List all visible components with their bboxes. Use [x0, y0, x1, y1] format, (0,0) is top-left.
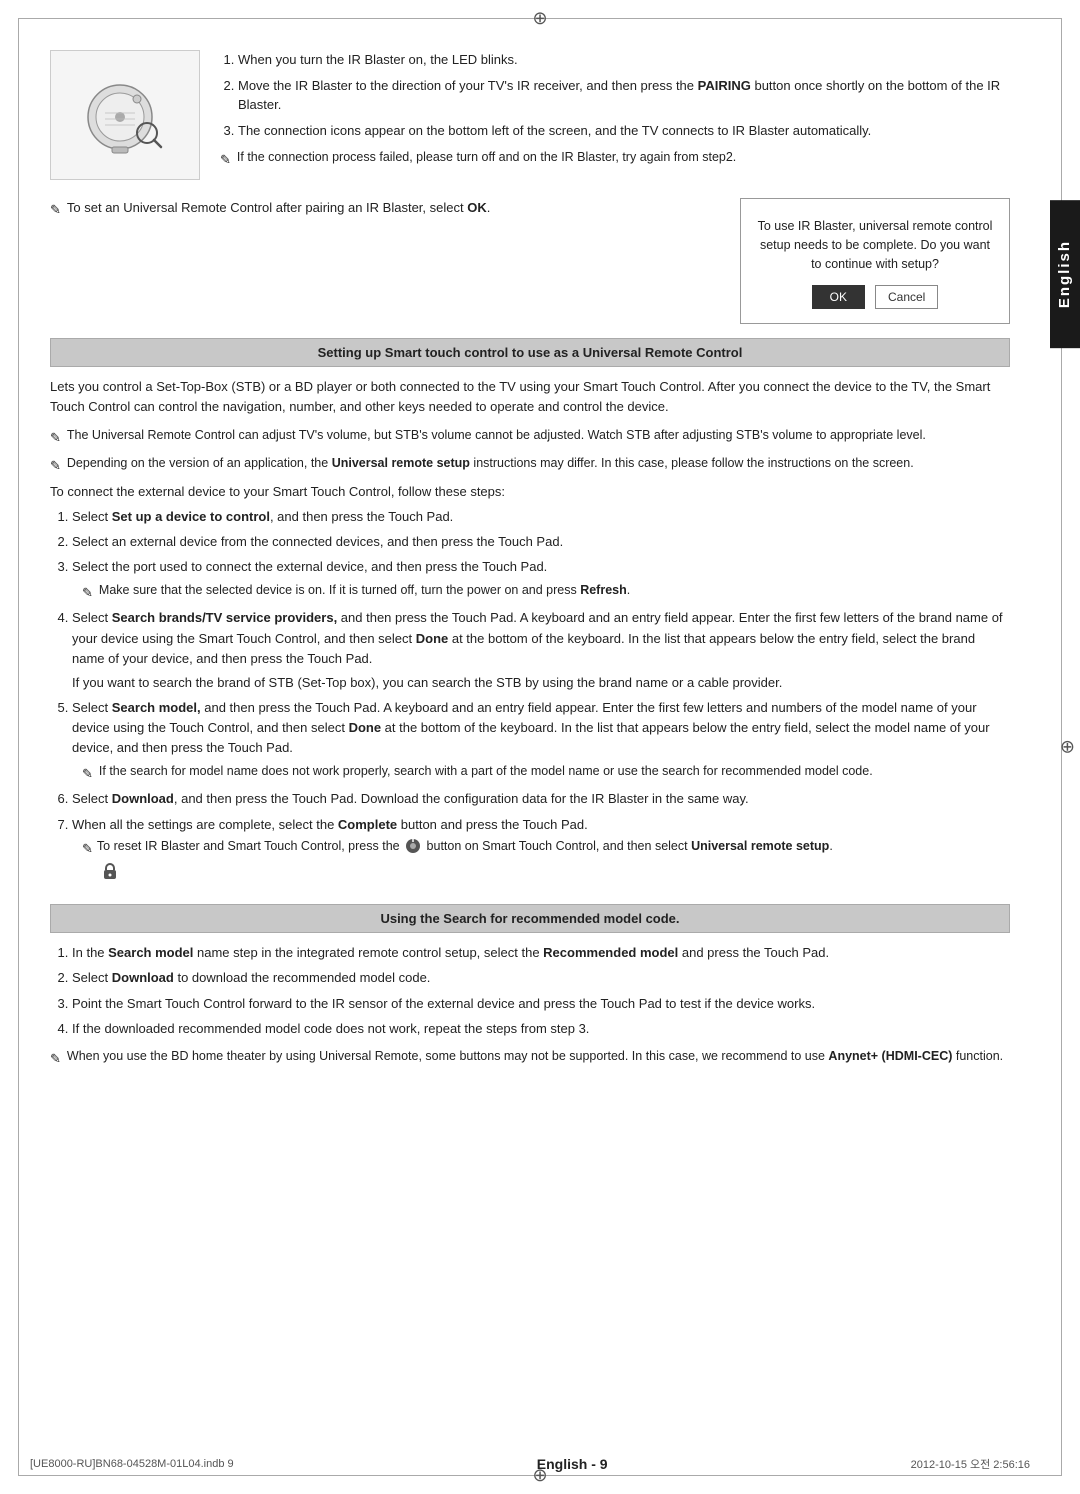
- lock-icon-row: [100, 861, 1010, 887]
- section1-note2: Depending on the version of an applicati…: [50, 454, 1010, 476]
- section1-step-2: Select an external device from the conne…: [72, 532, 1010, 552]
- section1-step-4: Select Search brands/TV service provider…: [72, 608, 1010, 693]
- dialog-cancel-button[interactable]: Cancel: [875, 285, 938, 309]
- anynet-bold: Anynet+ (HDMI-CEC): [828, 1049, 952, 1063]
- step4-extra: If you want to search the brand of STB (…: [72, 673, 1010, 693]
- top-note: To set an Universal Remote Control after…: [50, 198, 720, 220]
- pencil-icon: [220, 149, 231, 170]
- pencil-icon-6: [82, 763, 93, 784]
- dialog-text: To use IR Blaster, universal remote cont…: [757, 217, 993, 273]
- lock-icon: [100, 861, 120, 881]
- section1-connect-intro: To connect the external device to your S…: [50, 482, 1010, 502]
- main-content: When you turn the IR Blaster on, the LED…: [30, 30, 1030, 1444]
- section2-step-4: If the downloaded recommended model code…: [72, 1019, 1010, 1039]
- section2-step-3: Point the Smart Touch Control forward to…: [72, 994, 1010, 1014]
- ir-step-1: When you turn the IR Blaster on, the LED…: [238, 50, 1010, 70]
- right-compass-icon: ⊕: [1060, 737, 1075, 758]
- refresh-bold: Refresh: [580, 583, 627, 597]
- step5-subnote: If the search for model name does not wo…: [72, 762, 1010, 784]
- section1-step-7: When all the settings are complete, sele…: [72, 815, 1010, 887]
- section1-step-1: Select Set up a device to control, and t…: [72, 507, 1010, 527]
- dialog-buttons[interactable]: OK Cancel: [757, 285, 993, 309]
- download-bold-2: Download: [112, 970, 174, 985]
- section1-step-5: Select Search model, and then press the …: [72, 698, 1010, 784]
- section2-note-text: When you use the BD home theater by usin…: [67, 1047, 1003, 1066]
- ir-step-2: Move the IR Blaster to the direction of …: [238, 76, 1010, 115]
- top-note-text: To set an Universal Remote Control after…: [67, 198, 490, 218]
- done-bold-4: Done: [416, 631, 449, 646]
- ir-note-text: If the connection process failed, please…: [237, 148, 736, 167]
- footer-center: English - 9: [537, 1456, 608, 1472]
- section2-steps: In the Search model name step in the int…: [50, 943, 1010, 1039]
- smart-touch-icon: [405, 838, 421, 854]
- top-compass-icon: ⊕: [532, 8, 547, 29]
- step4-bold: Search brands/TV service providers,: [112, 610, 337, 625]
- dialog-ok-button[interactable]: OK: [812, 285, 865, 309]
- english-tab: English: [1050, 200, 1080, 348]
- step7-reset-text: To reset IR Blaster and Smart Touch Cont…: [97, 837, 833, 856]
- section1-note1: The Universal Remote Control can adjust …: [50, 426, 1010, 448]
- pencil-icon-3: [50, 427, 61, 448]
- universal-remote-setup-bold: Universal remote setup: [691, 839, 829, 853]
- step7-bold: Complete: [338, 817, 397, 832]
- step5-bold: Search model,: [112, 700, 201, 715]
- section2-header: Using the Search for recommended model c…: [50, 904, 1010, 933]
- pencil-icon-2: [50, 199, 61, 220]
- page-border-left: [18, 18, 19, 1476]
- ir-steps-numbered: When you turn the IR Blaster on, the LED…: [220, 50, 1010, 140]
- page-footer: [UE8000-RU]BN68-04528M-01L04.indb 9 Engl…: [30, 1456, 1030, 1472]
- section1-step-6: Select Download, and then press the Touc…: [72, 789, 1010, 809]
- universal-remote-bold: Universal remote setup: [332, 456, 470, 470]
- ok-bold: OK: [467, 200, 487, 215]
- section1-note2-text: Depending on the version of an applicati…: [67, 454, 914, 473]
- step3-subnote-text: Make sure that the selected device is on…: [99, 581, 630, 600]
- section2-note: When you use the BD home theater by usin…: [50, 1047, 1010, 1069]
- dialog-section: To use IR Blaster, universal remote cont…: [50, 198, 1010, 334]
- section1-intro: Lets you control a Set-Top-Box (STB) or …: [50, 377, 1010, 417]
- steps-list: When you turn the IR Blaster on, the LED…: [220, 50, 1010, 170]
- pairing-bold: PAIRING: [698, 78, 751, 93]
- section1-step-3: Select the port used to connect the exte…: [72, 557, 1010, 603]
- top-section: When you turn the IR Blaster on, the LED…: [50, 50, 1010, 180]
- done-bold-5: Done: [349, 720, 382, 735]
- step1-bold: Set up a device to control: [112, 509, 270, 524]
- step7-reset-note: To reset IR Blaster and Smart Touch Cont…: [72, 837, 1010, 859]
- pencil-icon-5: [82, 582, 93, 603]
- ir-note-line: If the connection process failed, please…: [220, 148, 1010, 170]
- footer-left: [UE8000-RU]BN68-04528M-01L04.indb 9: [30, 1458, 234, 1470]
- section2-step-1: In the Search model name step in the int…: [72, 943, 1010, 963]
- section1-header: Setting up Smart touch control to use as…: [50, 338, 1010, 367]
- pencil-icon-4: [50, 455, 61, 476]
- search-model-bold: Search model: [108, 945, 193, 960]
- dialog-box: To use IR Blaster, universal remote cont…: [740, 198, 1010, 324]
- footer-right: 2012-10-15 오전 2:56:16: [911, 1456, 1030, 1472]
- section2-step-2: Select Download to download the recommen…: [72, 968, 1010, 988]
- ir-step-3: The connection icons appear on the botto…: [238, 121, 1010, 141]
- step6-bold: Download: [112, 791, 174, 806]
- ir-blaster-image: [50, 50, 200, 180]
- step5-subnote-text: If the search for model name does not wo…: [99, 762, 873, 781]
- step3-subnote: Make sure that the selected device is on…: [72, 581, 1010, 603]
- recommended-model-bold: Recommended model: [543, 945, 678, 960]
- section1-note1-text: The Universal Remote Control can adjust …: [67, 426, 926, 445]
- section1-steps: Select Set up a device to control, and t…: [50, 507, 1010, 886]
- pencil-icon-8: [50, 1048, 61, 1069]
- pencil-icon-7: [82, 838, 93, 859]
